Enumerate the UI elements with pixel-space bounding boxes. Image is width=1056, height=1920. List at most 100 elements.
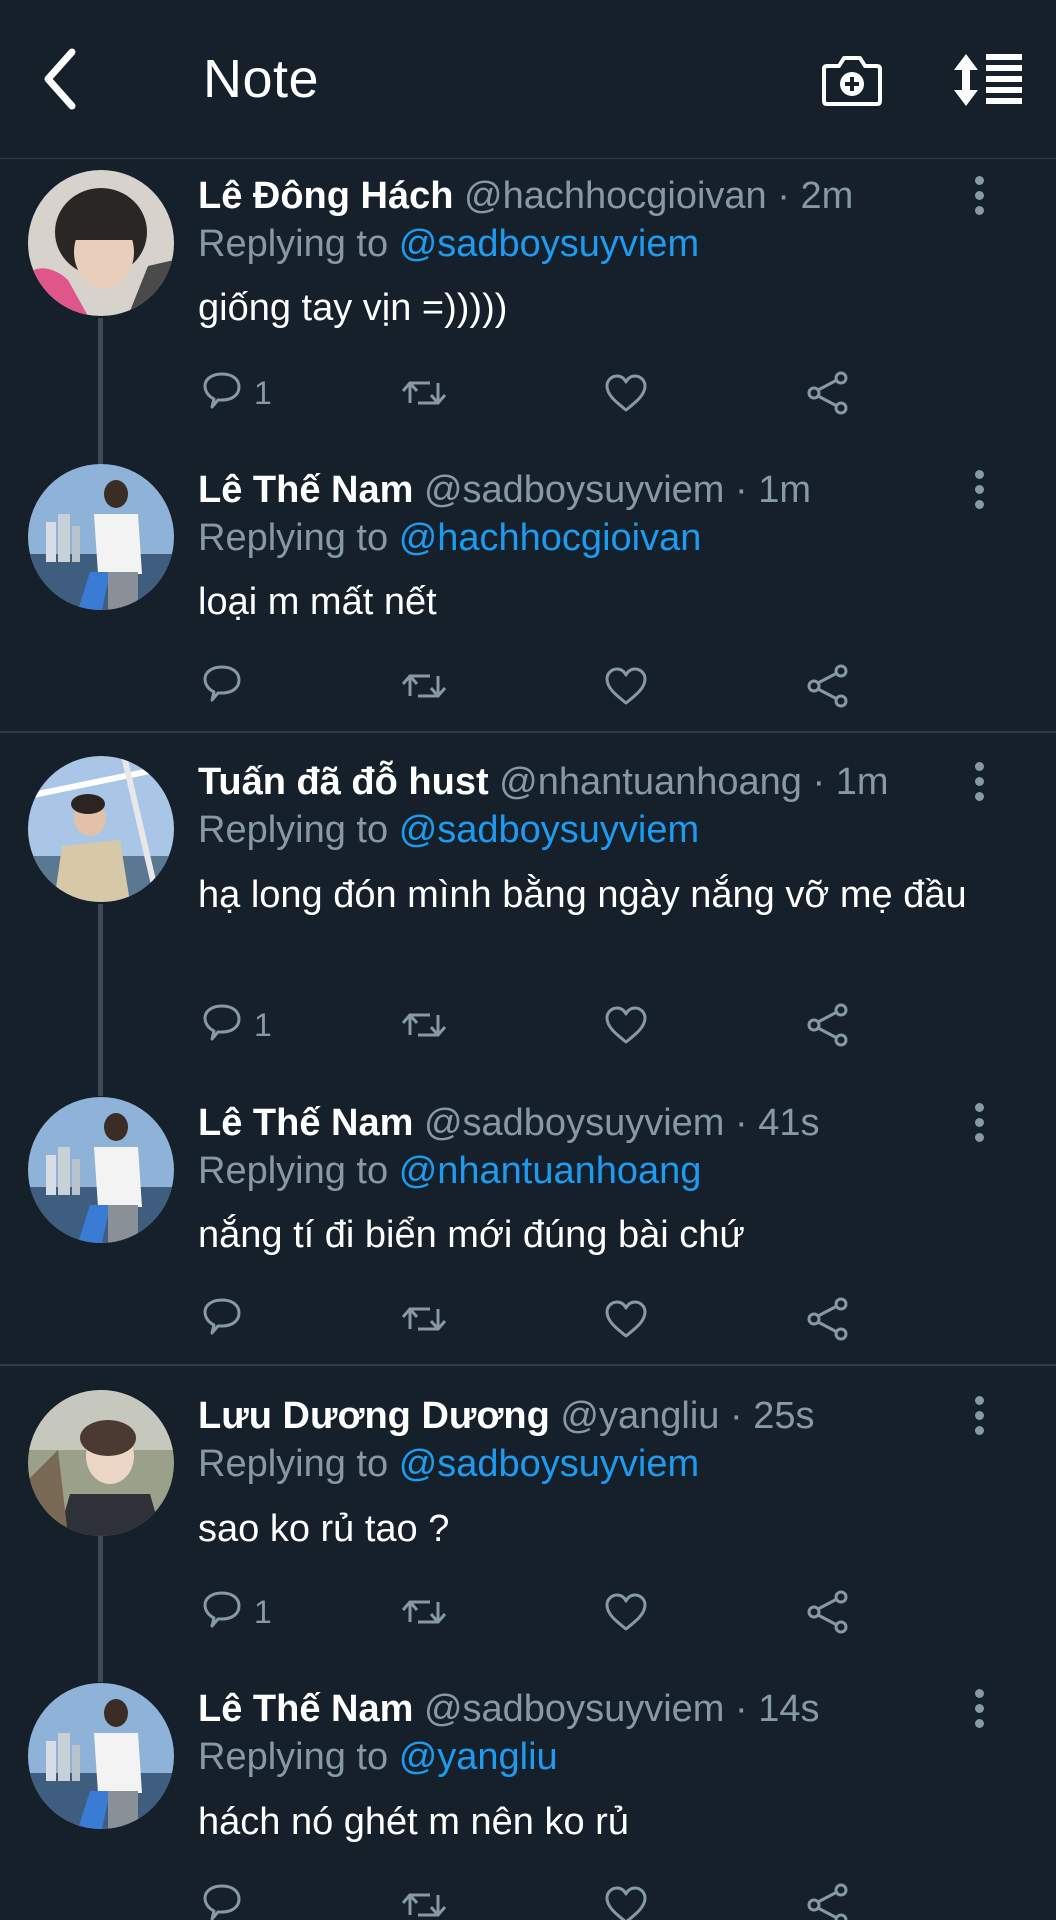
display-name[interactable]: Lê Đông Hách <box>198 175 453 217</box>
timestamp: · 1m <box>812 761 889 803</box>
mention-link[interactable]: @sadboysuyviem <box>399 809 699 851</box>
user-handle[interactable]: @hachhocgioivan <box>464 175 767 217</box>
share-button[interactable] <box>804 1880 852 1920</box>
share-button[interactable] <box>804 1294 852 1344</box>
reply-count: 1 <box>254 1006 272 1043</box>
user-handle[interactable]: @yangliu <box>560 1395 719 1437</box>
share-icon <box>804 1295 852 1343</box>
tweet-actions: 1 <box>198 368 878 418</box>
mention-link[interactable]: @yangliu <box>399 1736 558 1778</box>
reply-button[interactable]: 1 <box>198 1587 272 1637</box>
tweet-actions <box>198 1294 878 1344</box>
reply-count: 1 <box>254 1593 272 1630</box>
thread-line <box>98 318 103 464</box>
timestamp: · 41s <box>735 1102 820 1144</box>
like-button[interactable] <box>602 1587 650 1637</box>
more-options-button[interactable] <box>968 467 990 513</box>
avatar[interactable] <box>28 1683 174 1829</box>
reply-icon <box>198 1001 246 1049</box>
more-options-button[interactable] <box>968 1393 990 1439</box>
share-button[interactable] <box>804 1587 852 1637</box>
reply-icon <box>198 369 246 417</box>
tweet-header: Lê Đông Hách @hachhocgioivan · 2m <box>198 171 853 221</box>
tweet-text: nắng tí đi biển mới đúng bài chứ <box>198 1214 745 1256</box>
share-button[interactable] <box>804 368 852 418</box>
tweet-text: sao ko rủ tao ? <box>198 1508 450 1550</box>
avatar[interactable] <box>28 1390 174 1536</box>
camera-plus-icon <box>822 56 882 106</box>
share-icon <box>804 1001 852 1049</box>
more-options-button[interactable] <box>968 173 990 219</box>
replying-to-line: Replying to @sadboysuyviem <box>198 805 699 855</box>
mention-link[interactable]: @sadboysuyviem <box>399 223 699 265</box>
replying-to-label: Replying to <box>198 1443 389 1485</box>
like-button[interactable] <box>602 1000 650 1050</box>
reply-button[interactable] <box>198 1294 246 1344</box>
reply-button[interactable]: 1 <box>198 1000 272 1050</box>
camera-button[interactable] <box>822 50 882 110</box>
reply-button[interactable] <box>198 661 246 711</box>
replying-to-line: Replying to @sadboysuyviem <box>198 219 699 269</box>
like-button[interactable] <box>602 661 650 711</box>
user-handle[interactable]: @sadboysuyviem <box>424 1102 724 1144</box>
display-name[interactable]: Lưu Dương Dương <box>198 1395 550 1437</box>
more-options-button[interactable] <box>968 759 990 805</box>
user-handle[interactable]: @sadboysuyviem <box>424 469 724 511</box>
chevron-left-icon <box>44 48 76 110</box>
mention-link[interactable]: @sadboysuyviem <box>399 1443 699 1485</box>
share-button[interactable] <box>804 1000 852 1050</box>
heart-icon <box>602 662 650 710</box>
heart-icon <box>602 369 650 417</box>
share-icon <box>804 1588 852 1636</box>
retweet-button[interactable] <box>400 1587 448 1637</box>
timestamp: · 2m <box>777 175 854 217</box>
heart-icon <box>602 1295 650 1343</box>
avatar-photo <box>28 1097 174 1243</box>
tweet-header: Lê Thế Nam @sadboysuyviem · 14s <box>198 1684 819 1734</box>
thread-divider <box>0 1364 1056 1366</box>
replying-to-label: Replying to <box>198 223 389 265</box>
retweet-button[interactable] <box>400 368 448 418</box>
avatar[interactable] <box>28 756 174 902</box>
retweet-button[interactable] <box>400 661 448 711</box>
reply-button[interactable] <box>198 1880 246 1920</box>
mention-link[interactable]: @hachhocgioivan <box>399 517 702 559</box>
sort-button[interactable] <box>952 50 1024 110</box>
tweet-text: hách nó ghét m nên ko rủ <box>198 1801 629 1843</box>
back-button[interactable] <box>40 46 84 112</box>
retweet-icon <box>400 1588 448 1636</box>
heart-icon <box>602 1881 650 1920</box>
replying-to-line: Replying to @sadboysuyviem <box>198 1439 699 1489</box>
timestamp: · 1m <box>735 469 811 511</box>
more-options-button[interactable] <box>968 1100 990 1146</box>
retweet-button[interactable] <box>400 1294 448 1344</box>
replying-to-label: Replying to <box>198 809 389 851</box>
tweet-actions <box>198 1880 878 1920</box>
sort-list-icon <box>954 54 1022 106</box>
retweet-button[interactable] <box>400 1000 448 1050</box>
mention-link[interactable]: @nhantuanhoang <box>399 1150 702 1192</box>
retweet-icon <box>400 369 448 417</box>
avatar[interactable] <box>28 170 174 316</box>
user-handle[interactable]: @nhantuanhoang <box>499 761 802 803</box>
display-name[interactable]: Lê Thế Nam <box>198 469 413 511</box>
like-button[interactable] <box>602 1880 650 1920</box>
share-icon <box>804 1881 852 1920</box>
display-name[interactable]: Lê Thế Nam <box>198 1102 413 1144</box>
reply-icon <box>198 1295 246 1343</box>
retweet-button[interactable] <box>400 1880 448 1920</box>
display-name[interactable]: Tuấn đã đỗ hust <box>198 761 489 803</box>
replying-to-label: Replying to <box>198 1150 389 1192</box>
reply-button[interactable]: 1 <box>198 368 272 418</box>
thread-line <box>98 904 103 1096</box>
display-name[interactable]: Lê Thế Nam <box>198 1688 413 1730</box>
tweet-text: hạ long đón mình bằng ngày nắng vỡ mẹ đầ… <box>198 874 967 916</box>
user-handle[interactable]: @sadboysuyviem <box>424 1688 724 1730</box>
more-options-button[interactable] <box>968 1686 990 1732</box>
avatar-photo <box>28 1390 174 1536</box>
avatar[interactable] <box>28 1097 174 1243</box>
avatar[interactable] <box>28 464 174 610</box>
like-button[interactable] <box>602 1294 650 1344</box>
share-button[interactable] <box>804 661 852 711</box>
like-button[interactable] <box>602 368 650 418</box>
